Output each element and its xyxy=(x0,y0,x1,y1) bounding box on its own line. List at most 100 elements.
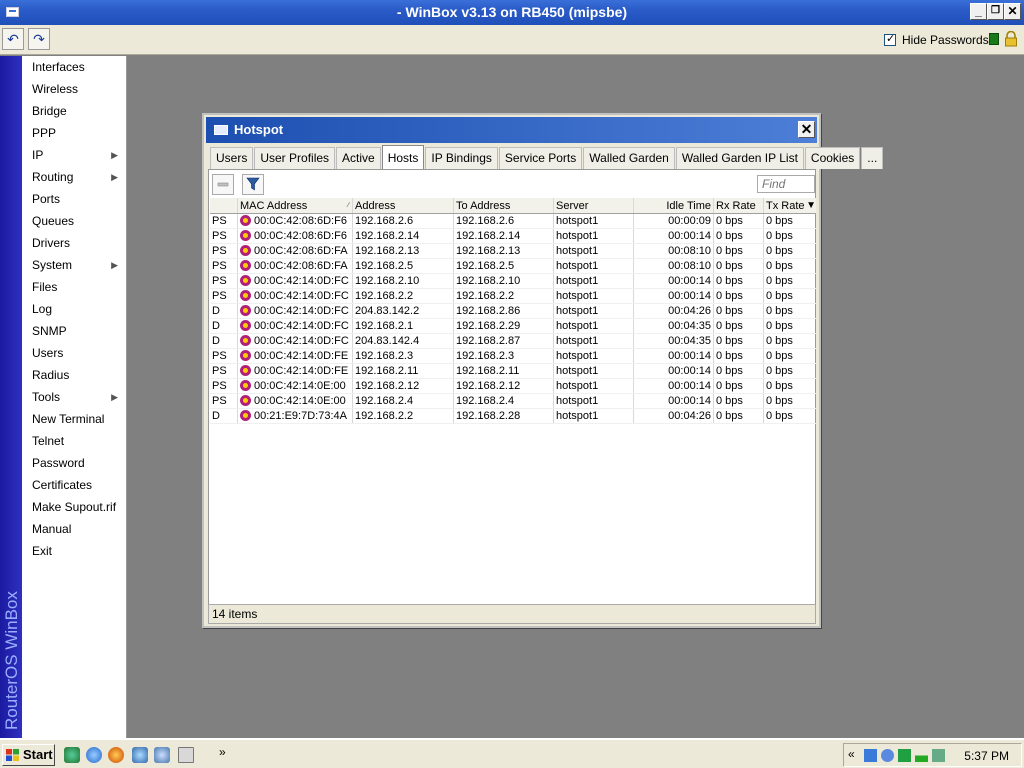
filter-button[interactable] xyxy=(242,174,264,195)
tab-ip-bindings[interactable]: IP Bindings xyxy=(425,147,498,169)
table-cell: PS xyxy=(210,244,238,258)
menu-item-ppp[interactable]: PPP xyxy=(22,122,126,144)
menu-item-password[interactable]: Password xyxy=(22,452,126,474)
column-header[interactable]: Server xyxy=(554,198,634,213)
table-row[interactable]: PS 00:0C:42:08:6D:F6 192.168.2.6 192.168.2.… xyxy=(210,214,816,229)
cell-value: PS xyxy=(212,365,227,377)
hotspot-title-bar[interactable]: Hotspot ✕ xyxy=(206,117,817,143)
firefox-icon[interactable] xyxy=(108,747,124,763)
table-row[interactable]: PS 00:0C:42:14:0D:FE 192.168.2.3 192.168.2.… xyxy=(210,349,816,364)
cell-value: 192.168.2.6 xyxy=(456,215,515,227)
menu-item-snmp[interactable]: SNMP xyxy=(22,320,126,342)
menu-item-bridge[interactable]: Bridge xyxy=(22,100,126,122)
table-cell: 192.168.2.11 xyxy=(454,364,554,378)
menu-item-ports[interactable]: Ports xyxy=(22,188,126,210)
menu-item-new-terminal[interactable]: New Terminal xyxy=(22,408,126,430)
tab-hosts[interactable]: Hosts xyxy=(381,145,425,169)
column-header[interactable]: To Address xyxy=(454,198,554,213)
hide-passwords-checkbox[interactable] xyxy=(884,32,896,46)
redo-button[interactable]: ↷ xyxy=(28,28,50,50)
tab-service-ports[interactable]: Service Ports xyxy=(498,147,583,169)
table-row[interactable]: PS 00:0C:42:14:0E:00 192.168.2.12 192.168.2… xyxy=(210,379,816,394)
table-row[interactable]: PS 00:0C:42:08:6D:FA 192.168.2.5 192.168.2.… xyxy=(210,259,816,274)
table-row[interactable]: D 00:0C:42:14:0D:FC 192.168.2.1 192.168.2.2… xyxy=(210,319,816,334)
cell-value: 192.168.2.12 xyxy=(355,380,420,392)
menu-item-wireless[interactable]: Wireless xyxy=(22,78,126,100)
menu-item-radius[interactable]: Radius xyxy=(22,364,126,386)
network-tray-icon[interactable] xyxy=(864,749,877,762)
menu-item-tools[interactable]: Tools ▶ xyxy=(22,386,126,408)
search-app-icon[interactable] xyxy=(132,747,148,763)
hide-passwords-toggle[interactable]: Hide Passwords xyxy=(884,32,989,47)
menu-item-make-supout-rif[interactable]: Make Supout.rif xyxy=(22,496,126,518)
column-dropdown-icon[interactable]: ▼ xyxy=(806,198,816,213)
menu-item-manual[interactable]: Manual xyxy=(22,518,126,540)
menu-item-files[interactable]: Files xyxy=(22,276,126,298)
menu-item-drivers[interactable]: Drivers xyxy=(22,232,126,254)
table-row[interactable]: D 00:0C:42:14:0D:FC 204.83.142.2 192.168.2.… xyxy=(210,304,816,319)
table-row[interactable]: PS 00:0C:42:14:0E:00 192.168.2.4 192.168.2.… xyxy=(210,394,816,409)
table-cell: 00:08:10 xyxy=(634,244,714,258)
column-header[interactable] xyxy=(210,198,238,213)
tab-more[interactable]: ... xyxy=(861,147,884,169)
messenger-tray-icon[interactable] xyxy=(881,749,894,762)
wireless-tray-icon[interactable] xyxy=(932,749,945,762)
menu-item-label: Password xyxy=(32,456,85,470)
tab-users[interactable]: Users xyxy=(210,147,254,169)
cell-value: 192.168.2.14 xyxy=(355,230,420,242)
signal-tray-icon[interactable] xyxy=(915,749,928,762)
table-row[interactable]: D 00:0C:42:14:0D:FC 204.83.142.4 192.168.2.… xyxy=(210,334,816,349)
table-cell: hotspot1 xyxy=(554,364,634,378)
column-header[interactable]: MAC Address ∕ xyxy=(238,198,353,213)
menu-item-exit[interactable]: Exit xyxy=(22,540,126,562)
tab-user-profiles[interactable]: User Profiles xyxy=(254,147,336,169)
remove-button[interactable] xyxy=(212,174,234,195)
menu-item-telnet[interactable]: Telnet xyxy=(22,430,126,452)
table-row[interactable]: PS 00:0C:42:08:6D:FA 192.168.2.13 192.168.2… xyxy=(210,244,816,259)
table-cell: PS xyxy=(210,274,238,288)
start-button[interactable]: Start xyxy=(2,744,55,766)
cell-value: 192.168.2.29 xyxy=(456,320,521,332)
tab-cookies[interactable]: Cookies xyxy=(804,147,861,169)
menu-item-interfaces[interactable]: Interfaces xyxy=(22,56,126,78)
cell-value: 00:04:26 xyxy=(668,410,711,422)
column-header[interactable]: Rx Rate xyxy=(714,198,764,213)
column-header[interactable]: Address xyxy=(353,198,454,213)
table-row[interactable]: PS 00:0C:42:08:6D:F6 192.168.2.14 192.168.2… xyxy=(210,229,816,244)
find-input[interactable] xyxy=(757,175,815,193)
close-button[interactable]: ✕ xyxy=(1004,3,1021,20)
quicklaunch-tool-icon[interactable] xyxy=(154,747,170,763)
tab-walled-garden[interactable]: Walled Garden xyxy=(583,147,675,169)
tray-expand-chevron[interactable]: « xyxy=(848,747,855,761)
hotspot-close-button[interactable]: ✕ xyxy=(798,121,815,138)
table-row[interactable]: PS 00:0C:42:14:0D:FE 192.168.2.11 192.168.2… xyxy=(210,364,816,379)
menu-item-users[interactable]: Users xyxy=(22,342,126,364)
cell-value: 0 bps xyxy=(716,230,743,242)
quicklaunch-chevron[interactable]: » xyxy=(219,745,226,759)
minimize-button[interactable]: _ xyxy=(970,3,987,20)
menu-item-ip[interactable]: IP ▶ xyxy=(22,144,126,166)
table-cell: 192.168.2.5 xyxy=(353,259,454,273)
table-row[interactable]: PS 00:0C:42:14:0D:FC 192.168.2.2 192.168.2.… xyxy=(210,289,816,304)
column-header[interactable]: Idle Time xyxy=(634,198,714,213)
internet-explorer-icon[interactable] xyxy=(86,747,102,763)
table-cell: hotspot1 xyxy=(554,289,634,303)
menu-item-log[interactable]: Log xyxy=(22,298,126,320)
cell-value: 00:08:10 xyxy=(668,245,711,257)
quicklaunch-app-icon[interactable] xyxy=(64,747,80,763)
cell-value: 00:0C:42:14:0D:FE xyxy=(254,365,349,377)
cell-value: 192.168.2.4 xyxy=(456,395,515,407)
tab-walled-garden-ip-list[interactable]: Walled Garden IP List xyxy=(675,147,804,169)
table-row[interactable]: D 00:21:E9:7D:73:4A 192.168.2.2 192.168.2.2… xyxy=(210,409,816,424)
menu-item-routing[interactable]: Routing ▶ xyxy=(22,166,126,188)
column-header[interactable]: Tx Rate ▼ xyxy=(764,198,816,213)
tab-active[interactable]: Active xyxy=(336,147,381,169)
show-desktop-icon[interactable] xyxy=(178,747,194,763)
table-row[interactable]: PS 00:0C:42:14:0D:FC 192.168.2.10 192.168.2… xyxy=(210,274,816,289)
sync-tray-icon[interactable] xyxy=(898,749,911,762)
menu-item-certificates[interactable]: Certificates xyxy=(22,474,126,496)
menu-item-system[interactable]: System ▶ xyxy=(22,254,126,276)
menu-item-queues[interactable]: Queues xyxy=(22,210,126,232)
restore-button[interactable]: ❐ xyxy=(987,3,1004,20)
undo-button[interactable]: ↶ xyxy=(2,28,24,50)
